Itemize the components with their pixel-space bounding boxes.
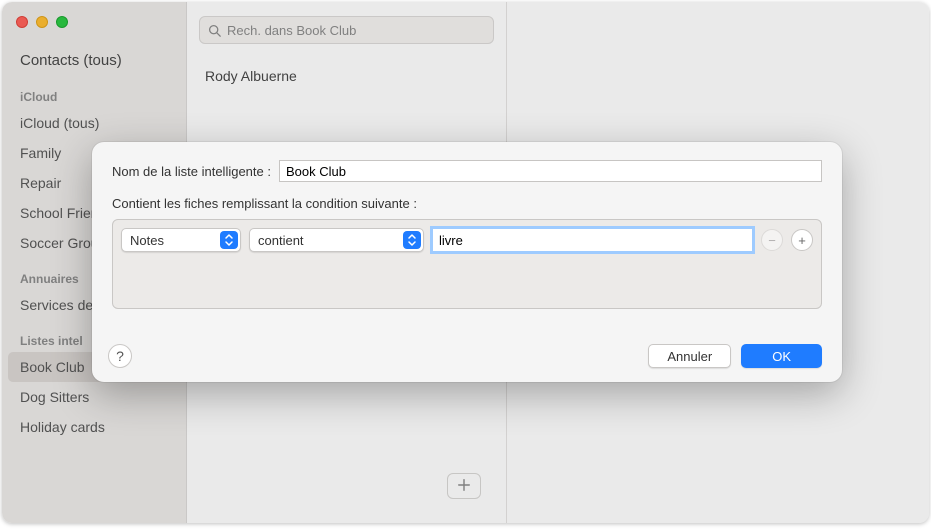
rule-value-input[interactable]	[432, 228, 753, 252]
smart-list-dialog: Nom de la liste intelligente : Contient …	[92, 142, 842, 382]
rule-row: Notes contient − +	[121, 228, 813, 252]
plus-icon: +	[798, 233, 806, 248]
ok-button[interactable]: OK	[741, 344, 822, 368]
dialog-footer: ? Annuler OK	[108, 344, 822, 368]
remove-rule-button[interactable]: −	[761, 229, 783, 251]
cancel-button[interactable]: Annuler	[648, 344, 731, 368]
name-label: Nom de la liste intelligente :	[112, 164, 271, 179]
app-window: Contacts (tous) iCloud iCloud (tous) Fam…	[2, 2, 929, 523]
rule-operator-value: contient	[258, 233, 304, 248]
rule-operator-select[interactable]: contient	[249, 228, 424, 252]
add-rule-button[interactable]: +	[791, 229, 813, 251]
help-button[interactable]: ?	[108, 344, 132, 368]
chevron-up-down-icon	[220, 231, 238, 249]
chevron-up-down-icon	[403, 231, 421, 249]
rules-area: Notes contient − +	[112, 219, 822, 309]
rule-field-value: Notes	[130, 233, 164, 248]
rule-field-select[interactable]: Notes	[121, 228, 241, 252]
minus-icon: −	[768, 233, 776, 248]
smart-list-name-input[interactable]	[279, 160, 822, 182]
condition-label: Contient les fiches remplissant la condi…	[112, 196, 822, 211]
